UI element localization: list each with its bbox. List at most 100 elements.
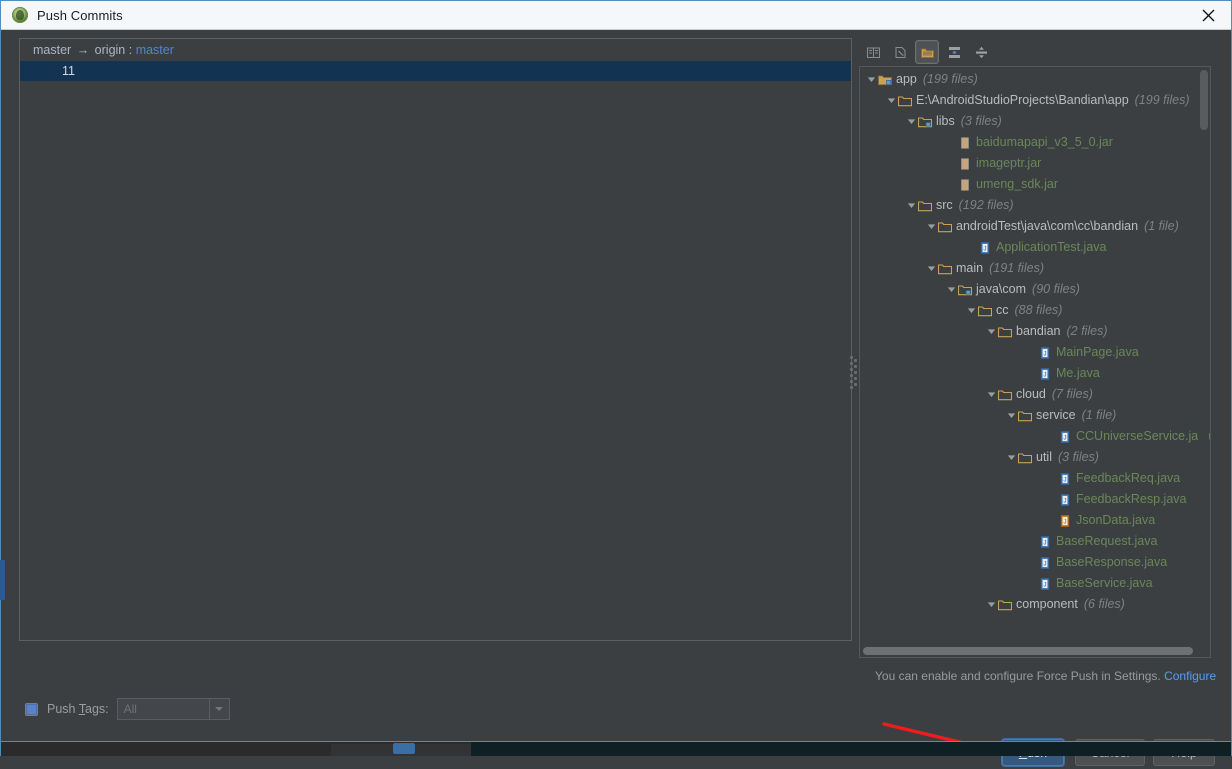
java-class-icon: J (977, 237, 992, 258)
force-push-hint-text: You can enable and configure Force Push … (875, 669, 1161, 683)
chevron-down-icon[interactable] (906, 111, 917, 132)
folder-icon (997, 321, 1012, 342)
chevron-down-icon[interactable] (986, 384, 997, 405)
tree-folder-row[interactable]: cc (88 files) (860, 300, 1208, 321)
tree-folder-row[interactable]: bandian (2 files) (860, 321, 1208, 342)
tree-folder-row[interactable]: java\com (90 files) (860, 279, 1208, 300)
tree-node-label: BaseResponse.java (1056, 555, 1168, 569)
tree-file-row[interactable]: J JsonData.java (860, 510, 1208, 531)
tree-folder-row[interactable]: androidTest\java\com\cc\bandian (1 file) (860, 216, 1208, 237)
svg-text:J: J (1063, 434, 1066, 441)
tree-folder-row[interactable]: component (6 files) (860, 594, 1208, 615)
tree-node-file-count: (199 files) (1134, 93, 1190, 107)
commit-list-panel: master → origin : master 11 (19, 38, 852, 641)
tree-file-row[interactable]: J BaseResponse.java (860, 552, 1208, 573)
chevron-down-icon[interactable] (1006, 405, 1017, 426)
chevron-down-icon[interactable] (886, 90, 897, 111)
chevron-down-icon[interactable] (926, 216, 937, 237)
svg-text:J: J (983, 245, 986, 252)
tree-folder-row[interactable]: util (3 files) (860, 447, 1208, 468)
tree-node-label: src (936, 198, 953, 212)
tree-node-label: androidTest\java\com\cc\bandian (956, 219, 1139, 233)
tree-node-file-count: (1 file) (1081, 408, 1117, 422)
push-tags-select[interactable]: All (116, 698, 230, 720)
svg-text:J: J (1063, 497, 1066, 504)
revert-icon[interactable] (888, 40, 912, 64)
tree-file-row[interactable]: J Me.java (860, 363, 1208, 384)
tree-node-file-count: (7 files) (1051, 387, 1093, 401)
tree-node-file-count: (88 files) (1014, 303, 1063, 317)
tree-file-row[interactable]: J BaseService.java (860, 573, 1208, 594)
svg-text:J: J (1043, 350, 1046, 357)
branch-header-row[interactable]: master → origin : master (20, 39, 851, 61)
tree-file-row[interactable]: baidumapapi_v3_5_0.jar (860, 132, 1208, 153)
background-window-edge (0, 560, 5, 600)
tree-node-label: FeedbackReq.java (1076, 471, 1181, 485)
commit-row[interactable]: 11 (20, 61, 851, 81)
folder-icon (937, 216, 952, 237)
tree-node-file-count: (3 files) (960, 114, 1002, 128)
tree-node-label: Me.java (1056, 366, 1100, 380)
chevron-down-icon[interactable] (986, 321, 997, 342)
show-diff-icon[interactable] (861, 40, 885, 64)
tree-file-row[interactable]: J FeedbackReq.java (860, 468, 1208, 489)
tree-vertical-scrollbar-thumb[interactable] (1200, 70, 1208, 130)
group-by-directory-icon[interactable] (915, 40, 939, 64)
tree-vertical-scrollbar[interactable] (1198, 68, 1209, 657)
push-tags-checkbox[interactable] (25, 702, 38, 716)
branch-source: master (33, 43, 72, 57)
tree-node-label: service (1036, 408, 1076, 422)
chevron-down-icon[interactable] (1006, 447, 1017, 468)
changed-files-panel: app (199 files) E:\AndroidStudioProjects\B… (859, 38, 1211, 658)
tree-node-label: libs (936, 114, 955, 128)
tree-folder-row[interactable]: app (199 files) (860, 69, 1208, 90)
tree-node-label: BaseRequest.java (1056, 534, 1158, 548)
tree-node-label: java\com (976, 282, 1027, 296)
folder-icon (997, 594, 1012, 615)
chevron-down-icon[interactable] (966, 300, 977, 321)
close-icon[interactable] (1185, 1, 1231, 29)
tree-node-file-count: (199 files) (922, 72, 978, 86)
chevron-down-icon[interactable] (866, 69, 877, 90)
tree-folder-row[interactable]: libs (3 files) (860, 111, 1208, 132)
tree-node-file-count: (6 files) (1083, 597, 1125, 611)
svg-text:J: J (1043, 560, 1046, 567)
tree-node-label: cloud (1016, 387, 1046, 401)
tree-horizontal-scrollbar-thumb[interactable] (863, 647, 1193, 655)
tree-folder-row[interactable]: main (191 files) (860, 258, 1208, 279)
tree-folder-row[interactable]: E:\AndroidStudioProjects\Bandian\app (199… (860, 90, 1208, 111)
configure-link[interactable]: Configure (1164, 669, 1216, 683)
tree-file-row[interactable]: J FeedbackResp.java (860, 489, 1208, 510)
tree-file-row[interactable]: imageptr.jar (860, 153, 1208, 174)
tree-folder-row[interactable]: service (1 file) (860, 405, 1208, 426)
branch-target[interactable]: master (136, 43, 174, 57)
tree-file-row[interactable]: J BaseRequest.java (860, 531, 1208, 552)
tree-horizontal-scrollbar[interactable] (861, 645, 1199, 656)
tree-node-label: JsonData.java (1076, 513, 1156, 527)
push-tags-label-suffix: ags: (85, 702, 109, 716)
background-highlight-chip (393, 743, 415, 754)
chevron-down-icon[interactable] (926, 258, 937, 279)
chevron-down-icon[interactable] (986, 594, 997, 615)
panel-splitter[interactable] (847, 352, 857, 396)
tree-file-row[interactable]: J ApplicationTest.java (860, 237, 1208, 258)
push-tags-row: Push Tags: All (25, 698, 230, 720)
title-bar: Push Commits (1, 1, 1231, 30)
collapse-all-icon[interactable] (969, 40, 993, 64)
tree-folder-row[interactable]: cloud (7 files) (860, 384, 1208, 405)
java-class-icon: J (1037, 573, 1052, 594)
tree-folder-row[interactable]: src (192 files) (860, 195, 1208, 216)
branch-arrow-icon: → (76, 43, 90, 57)
expand-all-icon[interactable] (942, 40, 966, 64)
chevron-down-icon[interactable] (906, 195, 917, 216)
tree-node-label: FeedbackResp.java (1076, 492, 1187, 506)
chevron-down-icon[interactable] (208, 699, 229, 719)
tree-file-row[interactable]: umeng_sdk.jar (860, 174, 1208, 195)
chevron-down-icon[interactable] (946, 279, 957, 300)
tree-node-label: baidumapapi_v3_5_0.jar (976, 135, 1113, 149)
tree-file-row[interactable]: J MainPage.java (860, 342, 1208, 363)
tree-file-row[interactable]: J CCUniverseService.java (860, 426, 1210, 447)
